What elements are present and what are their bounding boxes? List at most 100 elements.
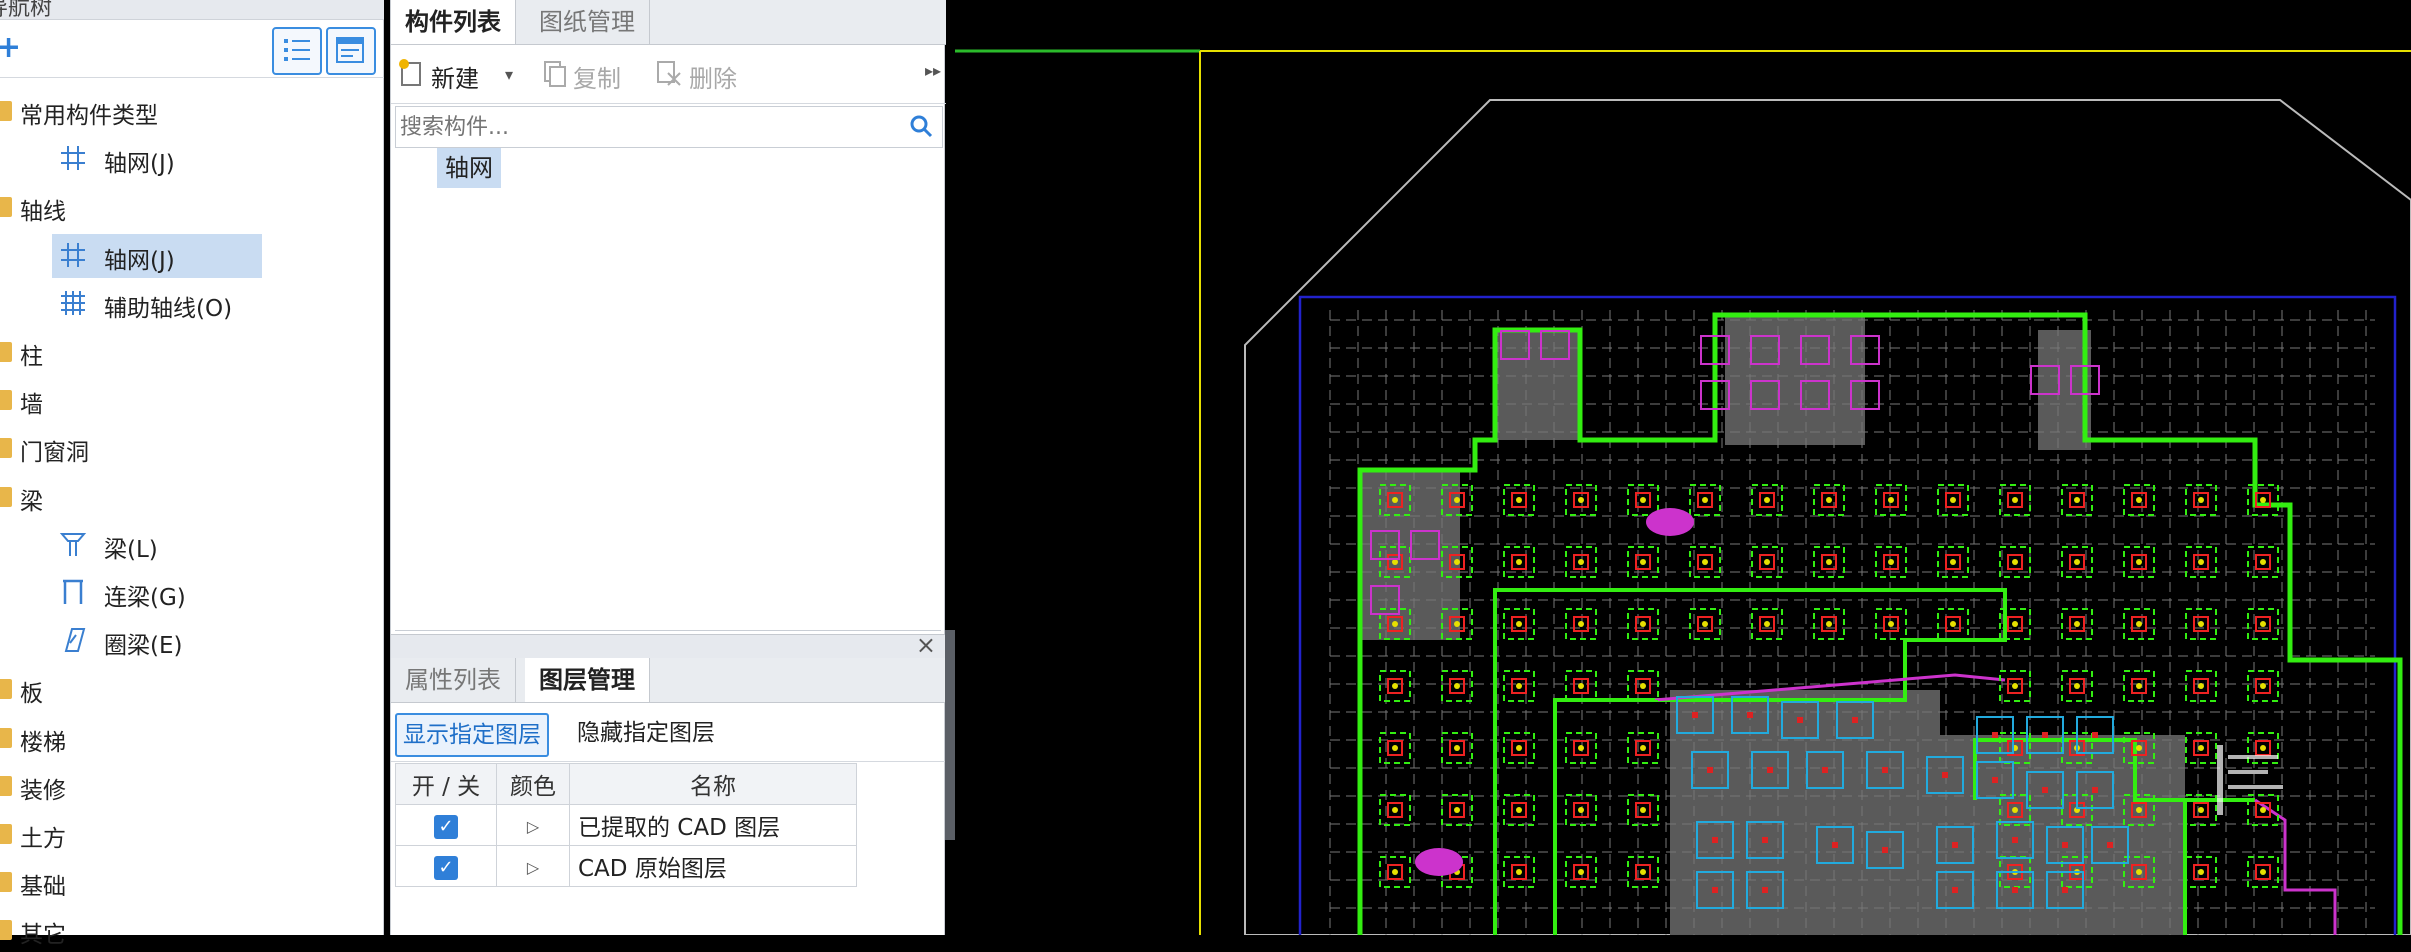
cad-drawing-canvas[interactable] [955, 0, 2411, 939]
column-node [2260, 559, 2266, 565]
column-node [1764, 497, 1770, 503]
detail-view-button[interactable] [326, 27, 376, 75]
tree-category-item[interactable]: 轴线 [0, 185, 384, 229]
delete-icon [657, 61, 681, 86]
add-icon[interactable]: + [0, 30, 21, 65]
slab-region [1670, 690, 1940, 935]
component-item-axis-grid[interactable]: 轴网 [437, 148, 501, 188]
column-node [1888, 559, 1894, 565]
tree-category-item[interactable]: 装修 [0, 764, 384, 808]
delete-button[interactable]: 删除 [689, 59, 737, 94]
pad-center [1992, 777, 1998, 783]
column-node [1640, 807, 1646, 813]
tab-drawing-management[interactable]: 图纸管理 [525, 0, 650, 44]
tree-category-item[interactable]: 楼梯 [0, 716, 384, 760]
list-view-button[interactable] [272, 27, 322, 75]
column-node [2012, 621, 2018, 627]
expand-icon[interactable]: ▷ [527, 858, 539, 877]
column-name[interactable]: 名称 [569, 763, 857, 805]
column-node [2198, 559, 2204, 565]
pad-center [1882, 847, 1888, 853]
tree-item-label: 轴线 [20, 199, 66, 226]
column-node [1578, 683, 1584, 689]
new-dropdown-icon[interactable]: ▾ [505, 65, 513, 84]
folder-icon [0, 872, 12, 893]
component-search-input[interactable] [398, 109, 902, 145]
beam-icon [58, 529, 88, 559]
tree-category-item[interactable]: 基础 [0, 860, 384, 904]
tree-item-label: 柱 [20, 344, 43, 370]
column-node [2136, 807, 2142, 813]
tree-child-item[interactable]: 轴网(J) [0, 233, 384, 278]
tree-child-item[interactable]: 梁(L) [0, 523, 384, 567]
tab-component-list[interactable]: 构件列表 [391, 0, 516, 44]
component-search [395, 106, 943, 148]
tree-category-item[interactable]: 梁 [0, 475, 384, 519]
show-layers-button[interactable]: 显示指定图层 [395, 713, 549, 757]
column-node [2012, 807, 2018, 813]
folder-icon [0, 775, 12, 796]
folder-icon [0, 727, 12, 748]
tree-child-item[interactable]: 圈梁(E) [0, 619, 384, 663]
tree-category-item[interactable]: 其它 [0, 908, 384, 952]
tab-property-list[interactable]: 属性列表 [391, 658, 516, 702]
tree-item-label: 其它 [20, 922, 66, 949]
tree-category-item[interactable]: 墙 [0, 378, 384, 422]
tree-category-item[interactable]: 板 [0, 667, 384, 711]
column-node [1454, 807, 1460, 813]
tree-item-label: 轴网(J) [104, 151, 175, 178]
column-node [1640, 869, 1646, 875]
folder-icon [0, 342, 12, 362]
close-icon[interactable]: × [916, 631, 936, 659]
expand-icon[interactable]: ▷ [527, 817, 539, 836]
tree-category-item[interactable]: 常用构件类型 [0, 89, 384, 133]
column-node [1516, 621, 1522, 627]
pad-center [2062, 842, 2068, 848]
tree-category-item[interactable]: 柱 [0, 330, 384, 374]
panel-collapse-handle[interactable] [945, 630, 955, 840]
annotation-text [2228, 755, 2278, 759]
column-node [1764, 621, 1770, 627]
tree-item-label: 门窗洞 [20, 440, 89, 467]
panel-splitter[interactable]: × [391, 631, 946, 659]
tree-category-item[interactable]: 门窗洞 [0, 426, 384, 470]
column-node [1516, 807, 1522, 813]
tree-item-label: 圈梁(E) [104, 633, 183, 660]
pad-center [2042, 787, 2048, 793]
tree-child-item[interactable]: 连梁(G) [0, 571, 384, 615]
column-node [1578, 869, 1584, 875]
column-node [1392, 745, 1398, 751]
column-node [1640, 621, 1646, 627]
column-color[interactable]: 颜色 [496, 763, 570, 805]
column-node [1578, 621, 1584, 627]
column-node [2074, 683, 2080, 689]
copy-button[interactable]: 复制 [573, 59, 621, 94]
tree-category-item[interactable]: 土方 [0, 812, 384, 856]
column-node [2260, 869, 2266, 875]
search-icon[interactable] [908, 113, 934, 139]
column-toggle[interactable]: 开 / 关 [395, 763, 497, 805]
tree-item-label: 板 [20, 681, 43, 708]
pad-center [1692, 712, 1698, 718]
folder-icon [0, 679, 12, 700]
column-node [1516, 745, 1522, 751]
tab-layer-management[interactable]: 图层管理 [525, 658, 650, 702]
column-node [2136, 621, 2142, 627]
column-node [2074, 497, 2080, 503]
tree-child-item[interactable]: 轴网(J) [0, 137, 384, 181]
column-node [1888, 497, 1894, 503]
grid-icon [58, 143, 88, 173]
layer-toggle-checkbox[interactable]: ✓ [434, 855, 458, 880]
pad-center [2092, 787, 2098, 793]
tree-child-item[interactable]: 辅助轴线(O) [0, 282, 384, 326]
new-button[interactable]: 新建 [431, 59, 479, 94]
pad-center [1992, 732, 1998, 738]
pad-center [1762, 837, 1768, 843]
column-node [1888, 621, 1894, 627]
column-node [1392, 683, 1398, 689]
column-node [2260, 621, 2266, 627]
layer-toggle-checkbox[interactable]: ✓ [434, 814, 458, 839]
hide-layers-button[interactable]: 隐藏指定图层 [571, 713, 721, 753]
more-tools-icon[interactable]: ▸▸ [925, 61, 941, 80]
layer-table-header: 开 / 关 颜色 名称 [395, 763, 857, 805]
